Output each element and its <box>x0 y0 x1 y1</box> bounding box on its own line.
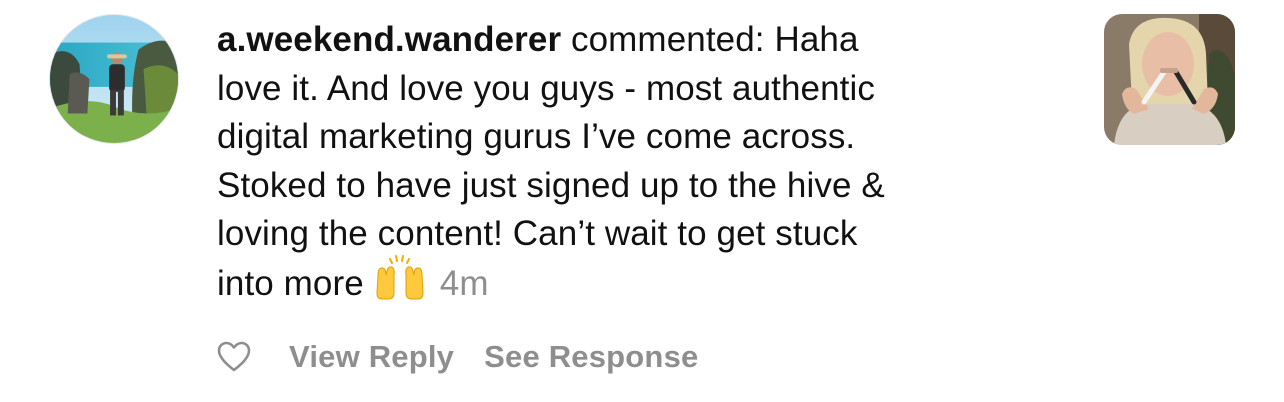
comment-line: loving the content! Can’t wait to get st… <box>217 214 858 253</box>
view-reply-button[interactable]: View Reply <box>289 339 454 375</box>
user-avatar[interactable] <box>49 14 179 144</box>
comment-line: Stoked to have just signed up to the hiv… <box>217 165 885 205</box>
post-thumbnail[interactable] <box>1104 14 1235 145</box>
comment-text: a.weekend.wanderer commented: Haha love … <box>217 16 1077 308</box>
action-text: commented: <box>571 20 765 59</box>
raising-hands-emoji <box>372 254 428 303</box>
comment-line: into more <box>217 263 364 303</box>
comment-actions: View Reply See Response <box>217 336 728 378</box>
username[interactable]: a.weekend.wanderer <box>217 20 561 59</box>
post-thumbnail-photo <box>1104 14 1235 145</box>
comment-notification[interactable]: a.weekend.wanderer commented: Haha love … <box>0 0 1284 402</box>
heart-outline-icon <box>217 341 251 372</box>
like-button[interactable] <box>217 340 251 374</box>
avatar-photo <box>50 15 178 143</box>
comment-line: love it. And love you guys - most authen… <box>217 68 875 108</box>
see-response-button[interactable]: See Response <box>484 339 698 375</box>
comment-line: Haha <box>774 20 859 59</box>
timestamp: 4m <box>439 263 489 303</box>
comment-line: digital marketing gurus I’ve come across… <box>217 117 856 156</box>
